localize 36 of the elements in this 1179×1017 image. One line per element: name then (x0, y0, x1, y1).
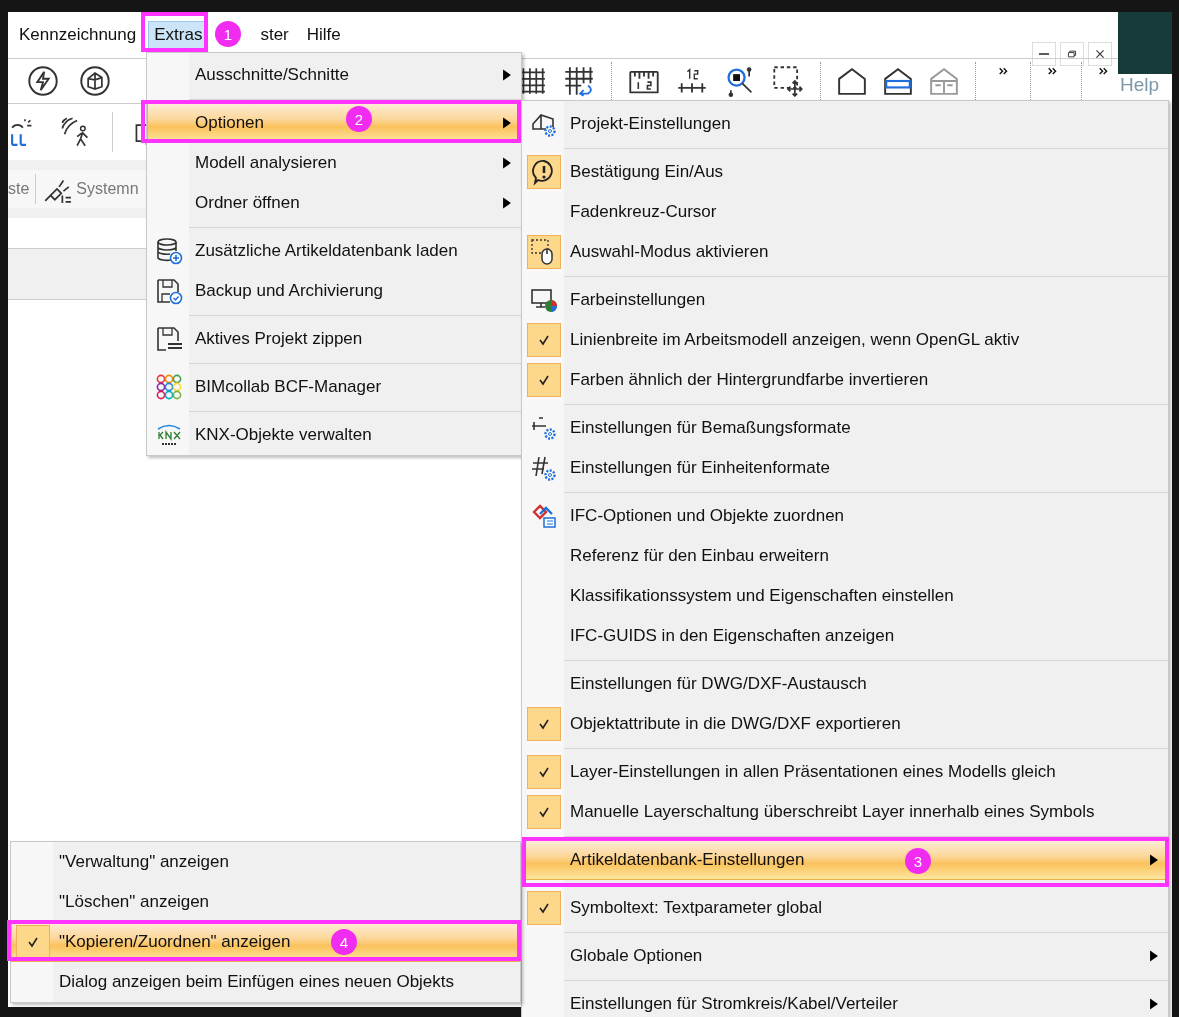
menu-item[interactable]: Referenz für den Einbau erweitern (522, 536, 1168, 576)
menu-item[interactable]: Objektattribute in die DWG/DXF exportieren (522, 704, 1168, 744)
menu-item[interactable]: "Verwaltung" anzeigen (11, 842, 520, 882)
menu-bar-item[interactable]: Kennzeichnung (13, 21, 143, 49)
toolbar-label[interactable]: ste (8, 180, 30, 198)
menu-bar-item[interactable]: Hilfe (300, 21, 347, 49)
menu-item[interactable]: Auswahl-Modus aktivieren (522, 232, 1168, 272)
menu-item[interactable]: Globale Optionen (522, 936, 1168, 976)
menu-bar-item[interactable]: ster (254, 21, 295, 49)
menu-item[interactable]: Farben ähnlich der Hintergrundfarbe invertieren (522, 360, 1168, 400)
menu-item[interactable]: IFC-Optionen und Objekte zuordnen (522, 496, 1168, 536)
menu-item[interactable]: "Löschen" anzeigen (11, 882, 520, 922)
menu-item[interactable]: Zusätzliche Artikeldatenbank laden (147, 231, 521, 271)
menu-item[interactable]: Klassifikationssystem und Eigenschaften einstellen (522, 576, 1168, 616)
menu-item[interactable]: Farbeinstellungen (522, 280, 1168, 320)
menu-item[interactable]: Aktives Projekt zippen (147, 319, 521, 359)
menu-item[interactable]: KNX-Objekte verwalten (147, 415, 521, 455)
menu-item[interactable]: Backup und Archivierung (147, 271, 521, 311)
menu-item[interactable]: Fadenkreuz-Cursor (522, 192, 1168, 232)
menu-item[interactable]: Bestätigung Ein/Aus (522, 152, 1168, 192)
menu-item[interactable]: Ausschnitte/Schnitte (147, 55, 521, 95)
menu-item[interactable]: Linienbreite im Arbeitsmodell anzeigen, wenn OpenGL aktiv (522, 320, 1168, 360)
menu-item[interactable]: Symboltext: Textparameter global (522, 888, 1168, 928)
menu-item[interactable]: Ordner öffnen (147, 183, 521, 223)
menu-item[interactable]: Einstellungen für Bemaßungsformate (522, 408, 1168, 448)
menu-item[interactable]: Modell analysieren (147, 143, 521, 183)
menu-item[interactable]: Dialog anzeigen beim Einfügen eines neuen Objekts (11, 962, 520, 1002)
menu-item[interactable]: Layer-Einstellungen in allen Präsentationen eines Modells gleich (522, 752, 1168, 792)
menu-item[interactable]: Projekt-Einstellungen (522, 104, 1168, 144)
menu-item[interactable]: Manuelle Layerschaltung überschreibt Layer innerhalb eines Symbols (522, 792, 1168, 832)
toolbar-label[interactable]: Systemn (76, 180, 139, 198)
menu-item[interactable]: BIMcollab BCF-Manager (147, 367, 521, 407)
menu-item[interactable]: Einstellungen für Einheitenformate (522, 448, 1168, 488)
menu-item[interactable]: Einstellungen für Stromkreis/Kabel/Verteiler (522, 984, 1168, 1017)
menu-item[interactable]: Einstellungen für DWG/DXF-Austausch (522, 664, 1168, 704)
menu-item[interactable]: IFC-GUIDS in den Eigenschaften anzeigen (522, 616, 1168, 656)
